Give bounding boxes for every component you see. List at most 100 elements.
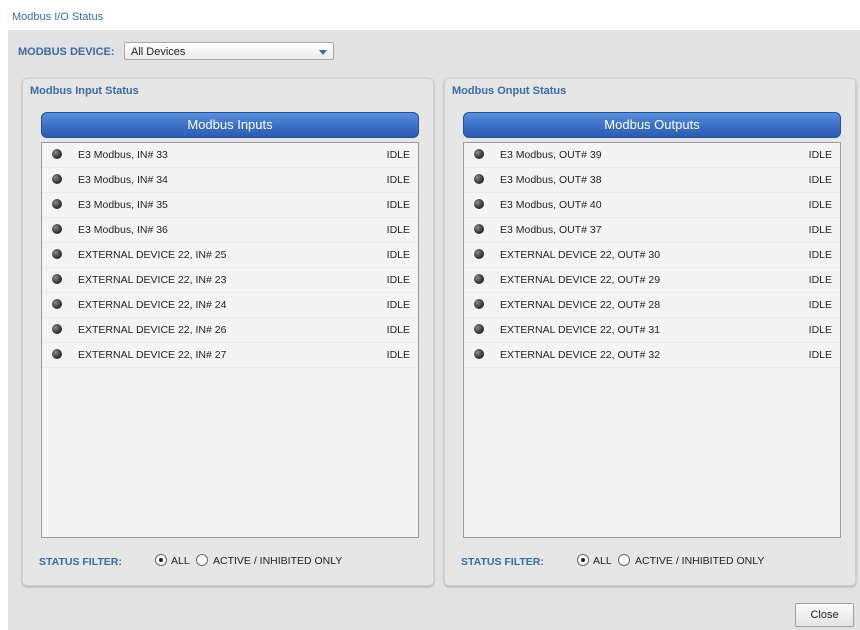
list-item[interactable]: EXTERNAL DEVICE 22, OUT# 32 IDLE [464,343,840,368]
status-led-icon [474,349,484,359]
window-title-bar: Modbus I/O Status [0,0,860,30]
list-item[interactable]: E3 Modbus, IN# 36 IDLE [42,218,418,243]
point-status: IDLE [386,349,410,361]
filter-all-label[interactable]: ALL [171,555,190,567]
inputs-header-bar: Modbus Inputs [41,112,419,138]
status-led-icon [52,249,62,259]
status-led-icon [474,149,484,159]
list-item[interactable]: E3 Modbus, IN# 34 IDLE [42,168,418,193]
status-led-icon [474,299,484,309]
point-status: IDLE [808,224,832,236]
status-led-icon [52,224,62,234]
filter-label: STATUS FILTER: [461,556,544,568]
list-item[interactable]: EXTERNAL DEVICE 22, IN# 26 IDLE [42,318,418,343]
list-item[interactable]: EXTERNAL DEVICE 22, OUT# 30 IDLE [464,243,840,268]
list-item[interactable]: E3 Modbus, OUT# 37 IDLE [464,218,840,243]
list-item[interactable]: E3 Modbus, OUT# 40 IDLE [464,193,840,218]
device-dropdown[interactable]: All Devices [124,42,334,60]
outputs-list[interactable]: E3 Modbus, OUT# 39 IDLE E3 Modbus, OUT# 38… [463,142,841,538]
list-item[interactable]: EXTERNAL DEVICE 22, OUT# 31 IDLE [464,318,840,343]
point-name: E3 Modbus, IN# 36 [78,224,168,236]
point-status: IDLE [386,199,410,211]
point-status: IDLE [386,149,410,161]
filter-active-radio[interactable] [618,554,630,566]
status-led-icon [474,249,484,259]
filter-all-radio[interactable] [577,554,589,566]
chevron-down-icon [319,50,327,55]
list-item[interactable]: EXTERNAL DEVICE 22, IN# 23 IDLE [42,268,418,293]
point-name: E3 Modbus, IN# 35 [78,199,168,211]
status-led-icon [52,324,62,334]
status-led-icon [52,149,62,159]
list-item[interactable]: EXTERNAL DEVICE 22, IN# 27 IDLE [42,343,418,368]
point-status: IDLE [808,349,832,361]
status-led-icon [52,299,62,309]
status-led-icon [474,324,484,334]
point-name: E3 Modbus, IN# 34 [78,174,168,186]
filter-label: STATUS FILTER: [39,556,122,568]
point-name: EXTERNAL DEVICE 22, IN# 23 [78,274,227,286]
point-status: IDLE [386,174,410,186]
device-dropdown-value: All Devices [131,46,186,58]
status-led-icon [474,224,484,234]
outputs-status-filter: STATUS FILTER: ALL ACTIVE / INHIBITED ON… [461,553,841,571]
point-name: E3 Modbus, OUT# 37 [500,224,602,236]
window-title: Modbus I/O Status [12,11,104,23]
point-name: EXTERNAL DEVICE 22, IN# 26 [78,324,227,336]
filter-all-radio[interactable] [155,554,167,566]
status-led-icon [52,274,62,284]
point-name: E3 Modbus, OUT# 40 [500,199,602,211]
point-name: EXTERNAL DEVICE 22, OUT# 32 [500,349,661,361]
point-name: E3 Modbus, OUT# 39 [500,149,602,161]
point-name: EXTERNAL DEVICE 22, OUT# 28 [500,299,661,311]
inputs-list[interactable]: E3 Modbus, IN# 33 IDLE E3 Modbus, IN# 34 ID… [41,142,419,538]
point-status: IDLE [386,274,410,286]
input-panel-title: Modbus Input Status [30,85,139,97]
list-item[interactable]: EXTERNAL DEVICE 22, IN# 25 IDLE [42,243,418,268]
list-item[interactable]: E3 Modbus, OUT# 38 IDLE [464,168,840,193]
dialog-footer [8,600,860,630]
list-item[interactable]: E3 Modbus, IN# 35 IDLE [42,193,418,218]
status-led-icon [474,174,484,184]
inputs-status-filter: STATUS FILTER: ALL ACTIVE / INHIBITED ON… [39,553,419,571]
point-status: IDLE [808,249,832,261]
list-item[interactable]: EXTERNAL DEVICE 22, OUT# 28 IDLE [464,293,840,318]
input-status-panel: Modbus Input Status Modbus Inputs E3 Mod… [22,78,434,586]
output-status-panel: Modbus Onput Status Modbus Outputs E3 Mo… [444,78,856,586]
point-name: EXTERNAL DEVICE 22, IN# 27 [78,349,227,361]
point-status: IDLE [808,299,832,311]
list-item[interactable]: E3 Modbus, IN# 33 IDLE [42,143,418,168]
filter-active-label[interactable]: ACTIVE / INHIBITED ONLY [213,555,342,567]
point-name: EXTERNAL DEVICE 22, IN# 25 [78,249,227,261]
point-name: EXTERNAL DEVICE 22, OUT# 31 [500,324,661,336]
point-status: IDLE [386,249,410,261]
point-status: IDLE [386,299,410,311]
point-name: E3 Modbus, IN# 33 [78,149,168,161]
point-status: IDLE [808,324,832,336]
point-status: IDLE [808,149,832,161]
list-item[interactable]: E3 Modbus, OUT# 39 IDLE [464,143,840,168]
status-led-icon [52,199,62,209]
point-status: IDLE [808,199,832,211]
status-led-icon [474,199,484,209]
output-panel-title: Modbus Onput Status [452,85,567,97]
list-item[interactable]: EXTERNAL DEVICE 22, IN# 24 IDLE [42,293,418,318]
status-led-icon [52,174,62,184]
filter-active-label[interactable]: ACTIVE / INHIBITED ONLY [635,555,764,567]
point-status: IDLE [386,224,410,236]
point-name: E3 Modbus, OUT# 38 [500,174,602,186]
point-name: EXTERNAL DEVICE 22, IN# 24 [78,299,227,311]
list-item[interactable]: EXTERNAL DEVICE 22, OUT# 29 IDLE [464,268,840,293]
outputs-header-bar: Modbus Outputs [463,112,841,138]
point-name: EXTERNAL DEVICE 22, OUT# 30 [500,249,661,261]
status-led-icon [52,349,62,359]
point-status: IDLE [808,174,832,186]
filter-all-label[interactable]: ALL [593,555,612,567]
status-led-icon [474,274,484,284]
point-status: IDLE [808,274,832,286]
point-status: IDLE [386,324,410,336]
filter-active-radio[interactable] [196,554,208,566]
close-button[interactable]: Close [795,603,854,627]
point-name: EXTERNAL DEVICE 22, OUT# 29 [500,274,661,286]
device-label: MODBUS DEVICE: [18,46,115,58]
